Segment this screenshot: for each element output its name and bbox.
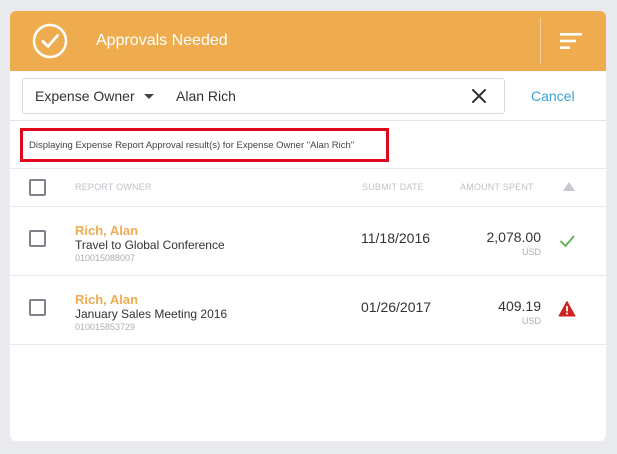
menu-icon[interactable] — [560, 33, 582, 49]
header-bar: Approvals Needed — [10, 11, 606, 71]
search-input[interactable] — [165, 78, 505, 114]
report-id: 010015853729 — [75, 322, 136, 332]
chevron-down-icon — [143, 94, 154, 99]
filter-select[interactable]: Expense Owner — [22, 78, 166, 114]
column-header-date[interactable]: SUBMIT DATE — [362, 182, 424, 192]
approvals-panel: Approvals Needed Expense Owner Cancel Di… — [10, 11, 606, 441]
report-name: January Sales Meeting 2016 — [75, 307, 228, 321]
table-header: REPORT OWNER SUBMIT DATE AMOUNT SPENT — [10, 169, 606, 207]
amount-spent: 409.19 — [498, 298, 541, 314]
report-id: 010015088007 — [75, 253, 136, 263]
table-row[interactable]: Rich, Alan Travel to Global Conference 0… — [10, 207, 606, 276]
result-notice-text: Displaying Expense Report Approval resul… — [29, 139, 355, 151]
cancel-button[interactable]: Cancel — [531, 88, 575, 104]
check-circle-icon — [32, 23, 68, 59]
notice-area: Displaying Expense Report Approval resul… — [10, 121, 606, 169]
header-divider — [540, 18, 541, 64]
row-checkbox[interactable] — [29, 299, 46, 316]
page-title: Approvals Needed — [96, 32, 228, 49]
select-all-checkbox[interactable] — [29, 179, 46, 196]
filter-select-label: Expense Owner — [35, 88, 135, 104]
report-owner[interactable]: Rich, Alan — [75, 223, 138, 238]
search-row: Expense Owner Cancel — [10, 71, 606, 121]
submit-date: 01/26/2017 — [361, 299, 432, 315]
column-header-amount[interactable]: AMOUNT SPENT — [460, 182, 534, 192]
result-notice: Displaying Expense Report Approval resul… — [20, 128, 389, 162]
sort-arrow-icon[interactable] — [563, 182, 575, 191]
row-checkbox[interactable] — [29, 230, 46, 247]
ok-check-icon — [560, 235, 575, 247]
currency-label: USD — [521, 247, 541, 257]
table-row[interactable]: Rich, Alan January Sales Meeting 2016 01… — [10, 276, 606, 345]
submit-date: 11/18/2016 — [361, 230, 431, 246]
column-header-owner[interactable]: REPORT OWNER — [75, 182, 152, 192]
warning-icon — [558, 301, 576, 317]
report-owner[interactable]: Rich, Alan — [75, 292, 138, 307]
amount-spent: 2,078.00 — [486, 229, 542, 245]
close-icon[interactable] — [471, 88, 487, 104]
report-name: Travel to Global Conference — [75, 238, 225, 252]
currency-label: USD — [521, 316, 541, 326]
